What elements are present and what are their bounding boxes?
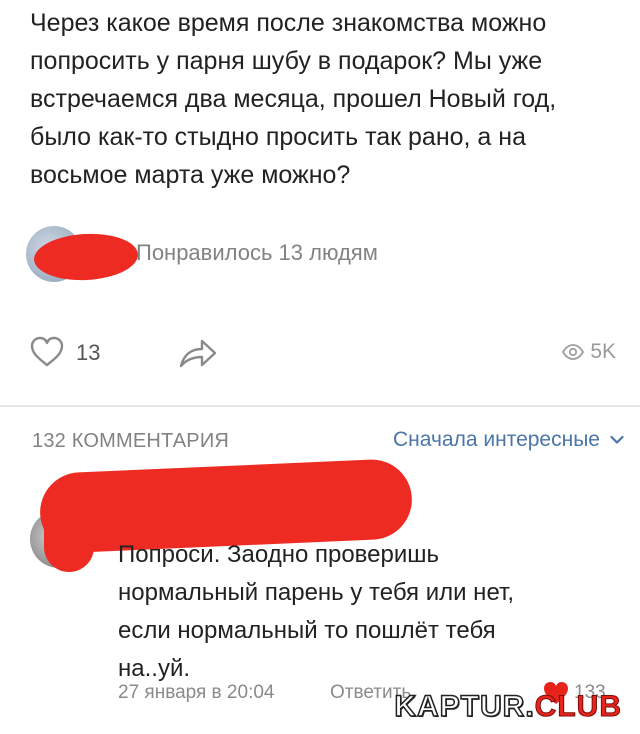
post-text: Через какое время после знакомства можно… — [30, 4, 620, 194]
likes-summary[interactable]: Понравилось 13 людям — [26, 226, 626, 286]
comment-date[interactable]: 27 января в 20:04 — [118, 682, 274, 704]
sort-label[interactable]: Сначала интересные — [393, 428, 600, 452]
views-counter: 5K — [562, 340, 616, 364]
comment-text-line: если нормальный то пошлёт тебя — [118, 617, 496, 644]
comments-sort-dropdown[interactable]: Сначала интересные — [393, 428, 624, 452]
views-count: 5K — [590, 340, 616, 363]
watermark-main: KAPTUR. — [394, 689, 535, 724]
watermark-accent: CLUB — [534, 690, 622, 724]
comments-count: 132 КОММЕНТАРИЯ — [32, 430, 230, 452]
comment-text-line: нормальный парень у тебя или нет, — [118, 579, 514, 606]
comment-text: Попроси. Заодно проверишь нормальный пар… — [118, 536, 588, 688]
share-icon[interactable] — [178, 336, 218, 370]
post-text-line: попросить у парня шубу в подарок? Мы уже — [30, 47, 543, 75]
post-text-line: Через какое время после знакомства можно — [30, 9, 547, 37]
post-text-line: встречаемся два месяца, прошел Новый год… — [30, 85, 557, 113]
watermark: KAPTUR. CLUB — [394, 689, 622, 724]
heart-icon[interactable] — [30, 336, 64, 368]
post-text-line: восьмое марта уже можно? — [30, 161, 351, 189]
eye-icon — [562, 344, 585, 360]
divider — [0, 405, 640, 407]
liked-by-text[interactable]: Понравилось 13 людям — [136, 240, 378, 266]
chevron-down-icon[interactable] — [610, 435, 624, 445]
like-count[interactable]: 13 — [76, 340, 100, 366]
comments-header: 132 КОММЕНТАРИЯ Сначала интересные — [32, 428, 624, 458]
post-text-line: было как-то стыдно просить так рано, а н… — [30, 123, 526, 151]
comment-text-line: Попроси. Заодно проверишь — [118, 541, 439, 568]
post-actions: 13 5K — [30, 336, 620, 376]
